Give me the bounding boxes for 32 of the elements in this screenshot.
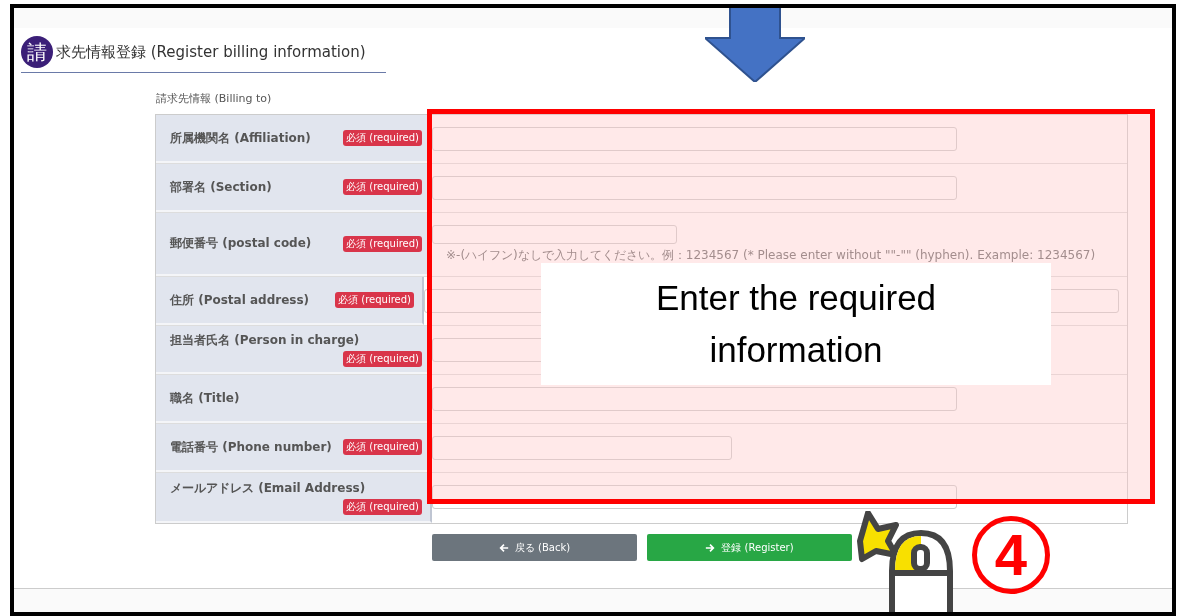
input-field[interactable] — [432, 436, 732, 460]
required-tag: 必須 (required) — [343, 439, 422, 455]
input-field[interactable] — [432, 485, 957, 509]
back-button[interactable]: 戻る (Back) — [432, 534, 637, 561]
input-field[interactable] — [432, 127, 957, 151]
required-tag: 必須 (required) — [343, 498, 422, 515]
left-arrow-icon — [498, 542, 509, 553]
page-title: 求先情報登録 (Register billing information) — [56, 42, 366, 62]
field-label: 郵便番号 (postal code) — [170, 235, 312, 252]
section-heading: 請求先情報 (Billing to) — [156, 91, 273, 106]
input-field[interactable] — [432, 225, 677, 244]
right-arrow-icon — [705, 542, 716, 553]
down-arrow-icon — [705, 8, 805, 82]
required-tag: 必須 (required) — [343, 235, 422, 252]
field-label: 所属機関名 (Affiliation) — [170, 129, 311, 147]
title-badge: 請 — [21, 36, 53, 68]
field-label: 電話番号 (Phone number) — [170, 438, 332, 456]
required-tag: 必須 (required) — [343, 179, 422, 195]
field-label: 住所 (Postal address) — [170, 291, 310, 309]
required-tag: 必須 (required) — [343, 350, 422, 367]
step-number: 4 — [972, 516, 1050, 594]
field-label: 部署名 (Section) — [170, 178, 272, 196]
input-field[interactable] — [432, 387, 957, 411]
required-tag: 必須 (required) — [343, 130, 422, 146]
callout-tooltip: Enter the required information — [541, 263, 1051, 385]
required-tag: 必須 (required) — [335, 292, 414, 308]
field-label: 職名 (Title) — [170, 389, 240, 407]
field-label: メールアドレス (Email Address) — [170, 479, 366, 497]
register-button[interactable]: 登録 (Register) — [647, 534, 852, 561]
input-field[interactable] — [432, 176, 957, 200]
hint-text: ※-(ハイフン)なしで入力してください。例：1234567 (* Please enter without ""-"" (hyphen). Example: 1234567) — [446, 247, 1097, 264]
field-label: 担当者氏名 (Person in charge) — [170, 331, 360, 349]
